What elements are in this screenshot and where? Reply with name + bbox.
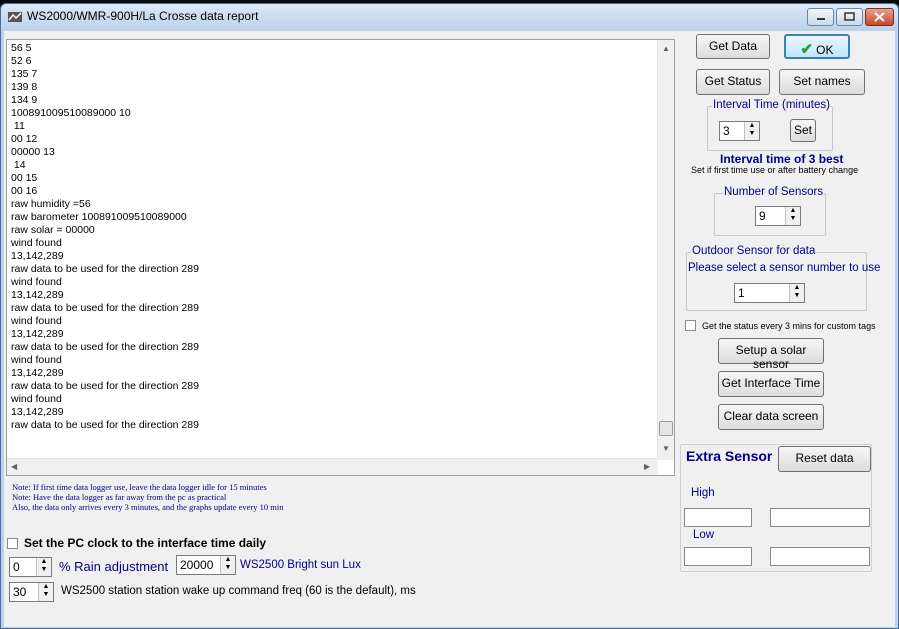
clear-data-screen-button[interactable]: Clear data screen [718, 404, 824, 430]
window-title: WS2000/WMR-900H/La Crosse data report [27, 9, 259, 23]
log-line: 13,142,289 [11, 367, 64, 379]
scroll-up-icon[interactable]: ▲ [662, 44, 670, 53]
checkmark-icon: ✔ [800, 41, 814, 58]
spinner-arrows-icon[interactable]: ▲ ▼ [36, 558, 51, 576]
high-value-field-1[interactable] [684, 508, 752, 527]
interval-spinner[interactable]: 3 ▲ ▼ [719, 121, 760, 141]
scroll-thumb[interactable] [659, 421, 673, 436]
log-line: raw barometer 100891009510089000 [11, 211, 187, 223]
app-icon [8, 12, 22, 22]
bright-sun-lux-label: WS2500 Bright sun Lux [240, 559, 361, 571]
close-window-button[interactable] [865, 8, 894, 26]
log-line: raw data to be used for the direction 28… [11, 419, 199, 431]
log-line: raw humidity =56 [11, 198, 91, 210]
reset-data-button[interactable]: Reset data [778, 446, 871, 472]
log-line: wind found [11, 393, 62, 405]
status-every-3-mins-checkbox[interactable] [685, 320, 696, 331]
interval-group: Interval Time (minutes) 3 ▲ ▼ Set [707, 99, 833, 151]
log-line: 00000 13 [11, 146, 55, 158]
interval-legend: Interval Time (minutes) [712, 99, 831, 111]
status-every-3-mins-label: Get the status every 3 mins for custom t… [702, 321, 876, 331]
log-line: raw data to be used for the direction 28… [11, 263, 199, 275]
spinner-arrows-icon[interactable]: ▲ ▼ [789, 284, 804, 302]
log-line: wind found [11, 276, 62, 288]
log-line: wind found [11, 237, 62, 249]
get-data-button[interactable]: Get Data [696, 34, 770, 59]
set-names-button[interactable]: Set names [779, 69, 865, 95]
outdoor-sensor-spinner[interactable]: 1 ▲ ▼ [734, 283, 805, 303]
wakeup-freq-label: WS2500 station station wake up command f… [61, 585, 416, 597]
log-line: 139 8 [11, 81, 38, 93]
log-line: 52 6 [11, 55, 32, 67]
outdoor-sensor-group: Outdoor Sensor for data Please select a … [686, 245, 880, 311]
spinner-arrows-icon[interactable]: ▲ ▼ [785, 207, 800, 225]
log-line: 13,142,289 [11, 250, 64, 262]
set-interval-button[interactable]: Set [790, 119, 816, 142]
note-arrival: Also, the data only arrives every 3 minu… [12, 502, 284, 512]
log-line: 135 7 [11, 68, 38, 80]
log-line: 13,142,289 [11, 289, 64, 301]
high-value-field-2[interactable] [770, 508, 870, 527]
wakeup-freq-spinner[interactable]: 30 ▲ ▼ [9, 582, 54, 602]
close-icon [874, 12, 885, 22]
extra-sensor-group: Extra Sensor Reset data High Low [680, 444, 872, 572]
log-line: 11 [11, 120, 25, 132]
interval-summary: Interval time of 3 best [720, 152, 844, 166]
spinner-arrows-icon[interactable]: ▲ ▼ [744, 122, 759, 140]
log-line: wind found [11, 315, 62, 327]
app-window: WS2000/WMR-900H/La Crosse data report 56… [0, 3, 899, 629]
get-status-button[interactable]: Get Status [696, 69, 770, 95]
extra-sensor-title: Extra Sensor [686, 448, 773, 464]
log-line: 134 9 [11, 94, 38, 106]
vertical-scrollbar[interactable]: ▲ ▼ [657, 40, 674, 460]
log-line: 56 5 [11, 42, 32, 54]
minimize-button[interactable] [807, 8, 834, 26]
scroll-down-icon[interactable]: ▼ [662, 444, 670, 453]
data-log-lines: 56 5 52 6 135 7 139 8 134 9 10089100951008900… [11, 42, 199, 432]
setup-solar-sensor-button[interactable]: Setup a solar sensor [718, 338, 824, 371]
log-line: 14 [11, 159, 26, 171]
rain-adjustment-label: % Rain adjustment [59, 559, 169, 574]
sensors-legend: Number of Sensors [723, 186, 825, 198]
log-line: raw data to be used for the direction 28… [11, 380, 199, 392]
ok-button[interactable]: ✔ OK [784, 34, 850, 59]
client-area: 56 5 52 6 135 7 139 8 134 9 10089100951008900… [4, 31, 895, 627]
interval-hint: Set if first time use or after battery c… [691, 165, 859, 175]
low-value-field-2[interactable] [770, 547, 870, 566]
maximize-button[interactable] [836, 8, 863, 26]
low-value-field-1[interactable] [684, 547, 752, 566]
minimize-icon [817, 18, 825, 20]
log-line: raw solar = 00000 [11, 224, 95, 236]
log-line: 13,142,289 [11, 328, 64, 340]
log-line: 100891009510089000 10 [11, 107, 131, 119]
log-line: wind found [11, 354, 62, 366]
outdoor-legend: Outdoor Sensor for data [691, 245, 817, 257]
log-line: 00 16 [11, 185, 38, 197]
low-label: Low [693, 529, 715, 541]
note-first-use: Note: If first time data logger use, lea… [12, 482, 267, 492]
maximize-icon [844, 12, 855, 21]
rain-adjustment-spinner[interactable]: 0 ▲ ▼ [9, 557, 52, 577]
spinner-arrows-icon[interactable]: ▲ ▼ [38, 583, 53, 601]
data-log-textarea[interactable]: 56 5 52 6 135 7 139 8 134 9 10089100951008900… [6, 39, 675, 476]
high-label: High [691, 487, 715, 499]
log-line: raw data to be used for the direction 28… [11, 341, 199, 353]
log-line: raw data to be used for the direction 28… [11, 302, 199, 314]
sensor-count-spinner[interactable]: 9 ▲ ▼ [755, 206, 801, 226]
get-interface-time-button[interactable]: Get Interface Time [718, 371, 824, 397]
log-line: 00 15 [11, 172, 38, 184]
spinner-arrows-icon[interactable]: ▲ ▼ [220, 556, 235, 574]
log-line: 13,142,289 [11, 406, 64, 418]
bright-sun-lux-spinner[interactable]: 20000 ▲ ▼ [176, 555, 236, 575]
horizontal-scrollbar[interactable]: ◀ ▶ [7, 458, 658, 475]
scroll-left-icon[interactable]: ◀ [11, 462, 17, 471]
note-distance: Note: Have the data logger as far away f… [12, 492, 227, 502]
title-bar: WS2000/WMR-900H/La Crosse data report [1, 4, 898, 30]
outdoor-prompt: Please select a sensor number to use [688, 262, 881, 274]
sensors-group: Number of Sensors 9 ▲ ▼ [714, 186, 826, 236]
pc-clock-label: Set the PC clock to the interface time d… [24, 536, 267, 550]
pc-clock-checkbox[interactable] [7, 538, 18, 549]
scroll-right-icon[interactable]: ▶ [644, 462, 650, 471]
log-line: 00 12 [11, 133, 38, 145]
